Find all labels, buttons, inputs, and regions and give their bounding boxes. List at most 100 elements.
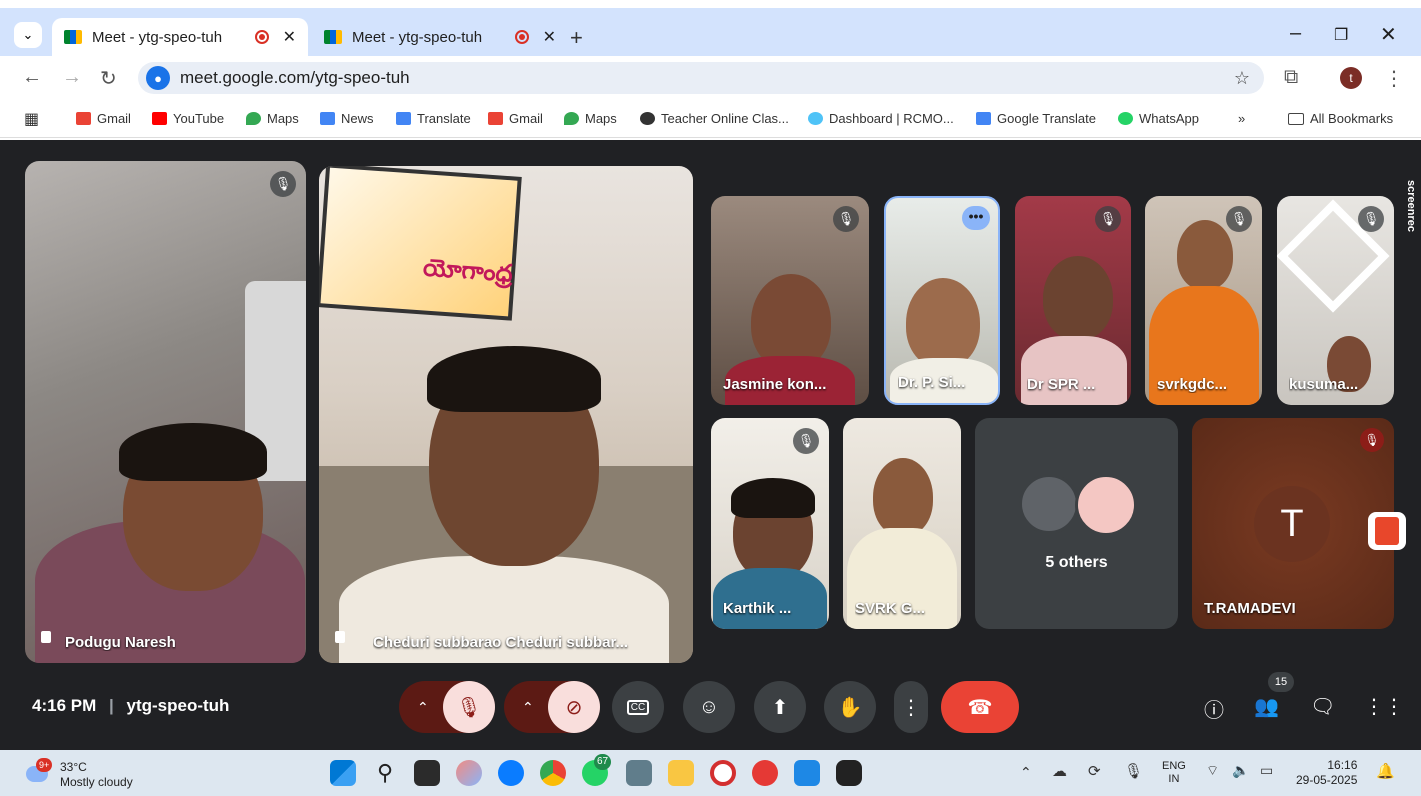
person-head — [1177, 220, 1233, 290]
chat-button[interactable]: 🗨 — [1310, 694, 1335, 719]
participant-tile[interactable]: 🎙 Jasmine kon... — [711, 196, 869, 405]
bookmark-google-translate[interactable]: Google Translate — [976, 111, 1096, 126]
profile-avatar[interactable]: t — [1340, 67, 1362, 89]
participant-tile[interactable]: SVRK G... — [843, 418, 961, 629]
emoji-button[interactable]: ☺ — [683, 681, 735, 733]
chevron-up-icon[interactable]: ⌃ — [417, 699, 429, 716]
participant-tile[interactable]: 🎙 Podugu Naresh — [25, 161, 306, 663]
captions-button[interactable]: CC — [612, 681, 664, 733]
all-bookmarks-button[interactable]: All Bookmarks — [1288, 111, 1393, 126]
opera-icon[interactable] — [710, 760, 736, 786]
participant-name: Karthik ... — [723, 600, 792, 617]
raise-hand-button[interactable]: ✋ — [824, 681, 876, 733]
address-bar[interactable]: ● meet.google.com/ytg-speo-tuh ☆ — [138, 62, 1264, 94]
lang-top: ENG — [1162, 760, 1186, 772]
search-icon[interactable]: ⚲ — [372, 760, 398, 786]
menu-icon[interactable]: ⋮ — [1384, 66, 1404, 91]
bookmark-youtube[interactable]: YouTube — [152, 111, 224, 126]
store-icon[interactable] — [794, 760, 820, 786]
more-options-button[interactable]: ⋮ — [894, 681, 928, 733]
bookmark-teacher[interactable]: Teacher Online Clas... — [640, 111, 789, 126]
info-button[interactable]: ⓘ — [1204, 694, 1224, 723]
bookmark-gmail-2[interactable]: Gmail — [488, 111, 543, 126]
tab-meet-active[interactable]: Meet - ytg-speo-tuh ✕ — [52, 18, 308, 56]
pin-icon[interactable] — [41, 631, 51, 643]
bookmark-maps[interactable]: Maps — [246, 111, 299, 126]
battery-icon[interactable]: ▭ — [1260, 762, 1273, 779]
restore-icon[interactable]: ❐ — [1334, 25, 1348, 45]
language-indicator[interactable]: ENG IN — [1162, 760, 1186, 786]
more-bookmarks-button[interactable]: » — [1238, 111, 1245, 126]
bookmark-whatsapp[interactable]: WhatsApp — [1118, 111, 1199, 126]
participant-tile[interactable]: T 🎙 T.RAMADEVI — [1192, 418, 1394, 629]
tray-cloud-icon[interactable]: ☁ — [1052, 762, 1067, 780]
tab-search-button[interactable]: ⌄ — [14, 22, 42, 48]
back-icon[interactable]: ← — [22, 66, 42, 89]
notification-icon[interactable]: 🔔 — [1376, 762, 1395, 780]
avatar: T — [1254, 486, 1330, 562]
new-tab-button[interactable]: + — [570, 27, 583, 49]
mic-off-button[interactable]: 🎙 — [443, 681, 495, 733]
participant-tile[interactable]: యోగాంధ్ర Cheduri subbarao Cheduri subbar… — [319, 166, 693, 663]
weather-widget[interactable]: 9+ — [26, 758, 56, 786]
close-window-icon[interactable]: ✕ — [1380, 22, 1397, 47]
participant-tile[interactable]: 🎙 Karthik ... — [711, 418, 829, 629]
whatsapp-taskbar-icon[interactable]: 67 — [582, 754, 612, 786]
chevron-up-icon[interactable]: ⌃ — [522, 699, 534, 716]
calculator-icon[interactable] — [626, 760, 652, 786]
tray-chevron-icon[interactable]: ⌃ — [1020, 764, 1032, 781]
volume-icon[interactable]: 🔈 — [1232, 762, 1249, 779]
participant-tile[interactable]: 🎙 Dr SPR ... — [1015, 196, 1131, 405]
edge-icon[interactable] — [498, 760, 524, 786]
participant-tile[interactable]: ••• Dr. P. Si... — [884, 196, 1000, 405]
tab-meet-inactive[interactable]: Meet - ytg-speo-tuh ✕ — [312, 18, 568, 56]
maps-icon — [564, 112, 579, 125]
vivaldi-icon[interactable] — [752, 760, 778, 786]
reload-icon[interactable]: ↻ — [100, 66, 117, 91]
person-body — [713, 568, 827, 629]
mic-off-icon: 🎙 — [270, 171, 296, 197]
start-icon[interactable] — [330, 760, 356, 786]
close-tab-icon[interactable]: ✕ — [283, 27, 296, 47]
bookmark-dashboard[interactable]: Dashboard | RCMO... — [808, 111, 954, 126]
activities-button[interactable]: ⋮⋮ — [1364, 694, 1404, 719]
divider: | — [108, 696, 114, 715]
forward-icon[interactable]: → — [62, 66, 82, 89]
extensions-icon[interactable]: ⧉ — [1284, 66, 1298, 89]
bookmark-gmail[interactable]: Gmail — [76, 111, 131, 126]
minimize-icon[interactable]: – — [1290, 22, 1301, 45]
tray-mic-icon[interactable]: 🎙 — [1124, 762, 1143, 780]
participant-name: Dr SPR ... — [1027, 376, 1096, 393]
apps-grid-icon[interactable]: ▦ — [24, 109, 39, 129]
wifi-icon[interactable]: ⌔ — [1206, 762, 1219, 780]
bookmark-label: Teacher Online Clas... — [661, 111, 789, 126]
app-icon[interactable] — [836, 760, 862, 786]
bookmark-star-icon[interactable]: ☆ — [1234, 68, 1250, 89]
mic-control[interactable]: ⌃ 🎙 — [399, 681, 495, 733]
pin-icon[interactable] — [335, 631, 345, 643]
participant-tile[interactable]: 🎙 kusuma... — [1277, 196, 1394, 405]
tray-sync-icon[interactable]: ⟳ — [1088, 762, 1101, 780]
bookmark-maps-2[interactable]: Maps — [564, 111, 617, 126]
close-tab-icon[interactable]: ✕ — [543, 27, 556, 47]
pdf-widget[interactable] — [1368, 512, 1406, 550]
present-button[interactable]: ⬆ — [754, 681, 806, 733]
participant-tile[interactable]: 🎙 svrkgdc... — [1145, 196, 1262, 405]
camera-control[interactable]: ⌃ ⊘ — [504, 681, 600, 733]
people-button[interactable]: 👥 15 — [1254, 672, 1294, 719]
clock[interactable]: 16:16 29-05-2025 — [1296, 758, 1357, 788]
bookmark-news[interactable]: News — [320, 111, 374, 126]
tab-title: Meet - ytg-speo-tuh — [352, 28, 483, 46]
leave-call-button[interactable]: ☎ — [941, 681, 1019, 733]
bookmark-translate[interactable]: Translate — [396, 111, 471, 126]
task-view-icon[interactable] — [414, 760, 440, 786]
camera-off-button[interactable]: ⊘ — [548, 681, 600, 733]
weather-text[interactable]: 33°C Mostly cloudy — [60, 760, 133, 790]
chrome-icon[interactable] — [540, 760, 566, 786]
bookmark-label: Maps — [585, 111, 617, 126]
file-explorer-icon[interactable] — [668, 760, 694, 786]
others-tile[interactable]: 5 others — [975, 418, 1178, 629]
more-options-icon[interactable]: ••• — [962, 206, 990, 230]
copilot-icon[interactable] — [456, 760, 482, 786]
site-info-icon[interactable]: ● — [146, 66, 170, 90]
